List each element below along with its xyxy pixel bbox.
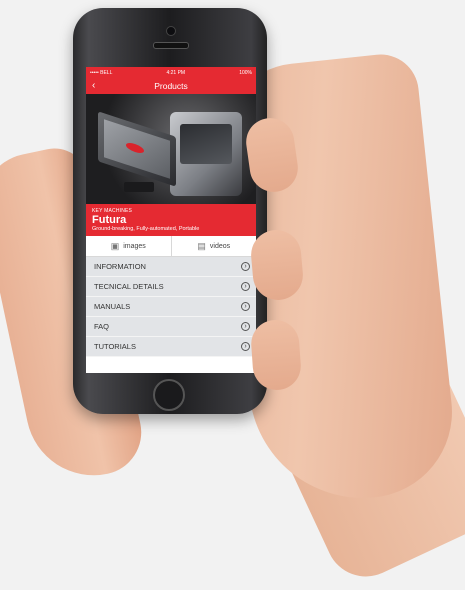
menu-item-faq[interactable]: FAQ › — [86, 317, 256, 337]
tab-videos[interactable]: ▤ videos — [170, 236, 257, 256]
chevron-right-icon: › — [241, 262, 250, 271]
menu-item-label: TUTORIALS — [94, 342, 136, 351]
home-button[interactable] — [153, 379, 185, 411]
chevron-left-icon[interactable]: ‹ — [92, 81, 95, 91]
image-icon: ▣ — [110, 240, 120, 251]
machine-window — [180, 124, 232, 164]
menu-item-label: FAQ — [94, 322, 110, 331]
phone-screen: ••••• BELL 4:21 PM 100% ‹ Products KEY M… — [86, 67, 256, 373]
status-bar: ••••• BELL 4:21 PM 100% — [86, 67, 256, 78]
chevron-right-icon: › — [241, 282, 250, 291]
front-camera — [166, 26, 176, 36]
hand-finger — [249, 318, 303, 392]
tab-videos-label: videos — [209, 242, 231, 250]
menu-item-manuals[interactable]: MANUALS › — [86, 297, 256, 317]
menu-item-information[interactable]: INFORMATION › — [86, 257, 256, 277]
product-name: Futura — [92, 214, 127, 226]
product-image — [86, 94, 256, 204]
menu-item-tutorials[interactable]: TUTORIALS › — [86, 337, 256, 357]
menu-item-label: MANUALS — [94, 302, 131, 311]
menu-item-technical-details[interactable]: TECNICAL DETAILS › — [86, 277, 256, 297]
tablet-stand — [124, 182, 154, 192]
video-icon: ▤ — [197, 240, 206, 251]
earpiece-speaker — [153, 42, 189, 49]
chevron-right-icon: › — [241, 322, 250, 331]
tab-images-label: images — [123, 242, 146, 250]
tab-images[interactable]: ▣ images — [86, 236, 171, 256]
carrier-label: ••••• BELL — [90, 69, 113, 76]
battery-label: 100% — [239, 69, 252, 76]
product-banner: KEY MACHINES Futura Ground-breaking, Ful… — [86, 204, 256, 236]
product-menu: INFORMATION › TECNICAL DETAILS › MANUALS… — [86, 257, 256, 357]
page-title: Products — [154, 81, 188, 91]
chevron-right-icon: › — [241, 302, 250, 311]
phone-device: ••••• BELL 4:21 PM 100% ‹ Products KEY M… — [73, 8, 267, 414]
product-tagline: Ground-breaking, Fully-automated, Portab… — [92, 226, 200, 232]
menu-item-label: TECNICAL DETAILS — [94, 282, 164, 291]
menu-item-label: INFORMATION — [94, 262, 146, 271]
time-label: 4:21 PM — [166, 69, 186, 76]
media-tabs: ▣ images ▤ videos — [86, 236, 256, 257]
nav-bar: ‹ Products — [86, 78, 256, 94]
chevron-right-icon: › — [241, 342, 250, 351]
